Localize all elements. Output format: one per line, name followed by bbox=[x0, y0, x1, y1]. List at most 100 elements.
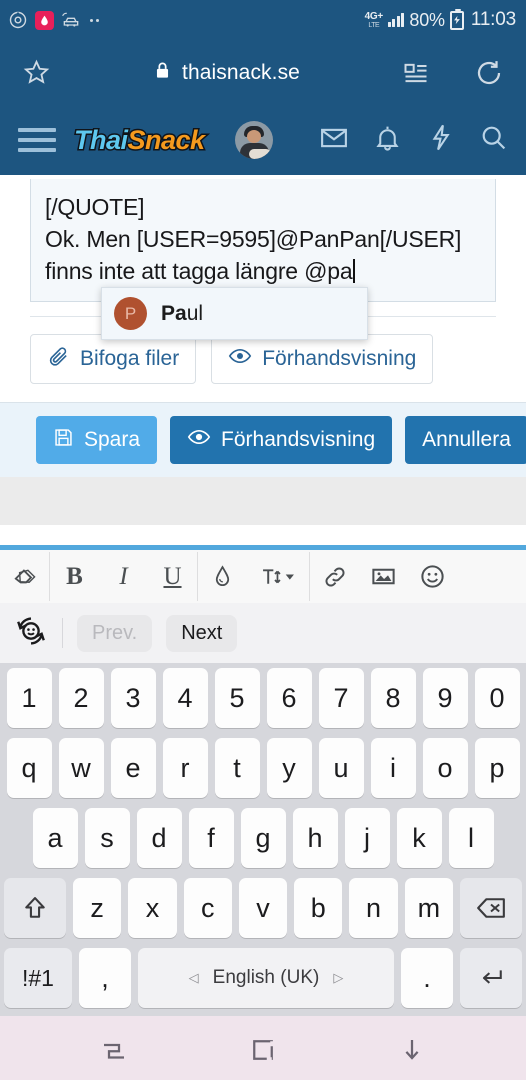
editor-line-2: Ok. Men [USER=9595]@PanPan[/USER] bbox=[45, 226, 462, 252]
key-u[interactable]: u bbox=[318, 738, 364, 798]
key-7[interactable]: 7 bbox=[318, 668, 364, 728]
key-c[interactable]: c bbox=[183, 878, 232, 938]
next-suggestion-button[interactable]: Next bbox=[166, 614, 238, 652]
key-8[interactable]: 8 bbox=[370, 668, 416, 728]
mail-icon[interactable] bbox=[319, 123, 349, 158]
key-x[interactable]: x bbox=[128, 878, 177, 938]
preview-button[interactable]: Förhandsvisning bbox=[170, 416, 393, 464]
site-logo[interactable]: ThaiSnack bbox=[73, 123, 207, 156]
link-icon[interactable] bbox=[310, 550, 359, 603]
key-a[interactable]: a bbox=[32, 808, 78, 868]
space-key[interactable]: ◁ English (UK) ▷ bbox=[138, 948, 394, 1008]
space-prev-language-arrow[interactable]: ◁ bbox=[189, 970, 199, 986]
format-group-clear bbox=[0, 550, 49, 603]
attach-files-button[interactable]: Bifoga filer bbox=[30, 334, 197, 384]
key-b[interactable]: b bbox=[294, 878, 343, 938]
key-e[interactable]: e bbox=[110, 738, 156, 798]
key-v[interactable]: v bbox=[238, 878, 288, 938]
recents-icon[interactable] bbox=[99, 1035, 129, 1065]
font-size-icon[interactable] bbox=[247, 550, 309, 603]
bold-button[interactable]: B bbox=[50, 550, 99, 603]
key-period[interactable]: . bbox=[401, 948, 453, 1008]
suggestion-separator bbox=[62, 618, 63, 648]
home-icon[interactable] bbox=[248, 1035, 278, 1065]
format-group-style: B I U bbox=[50, 550, 197, 603]
save-button[interactable]: Spara bbox=[36, 416, 158, 464]
key-2[interactable]: 2 bbox=[58, 668, 104, 728]
star-icon[interactable] bbox=[22, 58, 51, 87]
mention-autocomplete-dropdown[interactable]: P Paul bbox=[101, 287, 368, 340]
shift-icon[interactable] bbox=[4, 878, 67, 938]
save-label: Spara bbox=[84, 428, 141, 451]
browser-url-bar[interactable]: thaisnack.se bbox=[0, 40, 526, 105]
enter-icon[interactable] bbox=[460, 948, 522, 1008]
cancel-button[interactable]: Annullera bbox=[405, 416, 526, 464]
key-j[interactable]: j bbox=[344, 808, 390, 868]
image-icon[interactable] bbox=[359, 550, 408, 603]
key-g[interactable]: g bbox=[240, 808, 286, 868]
prev-suggestion-button[interactable]: Prev. bbox=[77, 614, 153, 652]
hamburger-menu-icon[interactable] bbox=[18, 128, 56, 152]
italic-button[interactable]: I bbox=[99, 550, 148, 603]
key-z[interactable]: z bbox=[73, 878, 122, 938]
network-sub-label: LTE bbox=[368, 21, 380, 29]
format-group-insert bbox=[310, 550, 457, 603]
key-m[interactable]: m bbox=[404, 878, 453, 938]
key-0[interactable]: 0 bbox=[474, 668, 520, 728]
car-wifi-icon bbox=[61, 10, 81, 30]
key-p[interactable]: p bbox=[474, 738, 520, 798]
key-1[interactable]: 1 bbox=[6, 668, 52, 728]
key-q[interactable]: q bbox=[6, 738, 52, 798]
key-s[interactable]: s bbox=[84, 808, 130, 868]
avatar[interactable] bbox=[234, 121, 273, 159]
message-editor[interactable]: [/QUOTE] Ok. Men [USER=9595]@PanPan[/USE… bbox=[30, 179, 496, 302]
autocomplete-match-text: Pa bbox=[161, 301, 187, 325]
reader-view-icon[interactable] bbox=[402, 59, 430, 87]
emoji-icon[interactable] bbox=[408, 550, 457, 603]
key-y[interactable]: y bbox=[266, 738, 312, 798]
reload-icon[interactable] bbox=[474, 58, 504, 88]
url-label: thaisnack.se bbox=[182, 60, 300, 84]
key-w[interactable]: w bbox=[58, 738, 104, 798]
key-f[interactable]: f bbox=[188, 808, 234, 868]
key-r[interactable]: r bbox=[162, 738, 208, 798]
action-button-bar: Spara Förhandsvisning Annullera bbox=[0, 402, 526, 477]
clock-label: 11:03 bbox=[470, 9, 516, 30]
cancel-label: Annullera bbox=[422, 428, 511, 451]
lightning-icon[interactable] bbox=[426, 123, 455, 157]
more-dots-icon bbox=[90, 18, 99, 22]
key-5[interactable]: 5 bbox=[214, 668, 260, 728]
key-3[interactable]: 3 bbox=[110, 668, 156, 728]
underline-button[interactable]: U bbox=[148, 550, 197, 603]
emoji-cycle-icon[interactable] bbox=[14, 614, 48, 653]
key-o[interactable]: o bbox=[422, 738, 468, 798]
key-l[interactable]: l bbox=[448, 808, 494, 868]
key-d[interactable]: d bbox=[136, 808, 182, 868]
address-field[interactable]: thaisnack.se bbox=[51, 61, 402, 85]
symbols-key[interactable]: !#1 bbox=[4, 948, 72, 1008]
water-drop-badge-icon bbox=[35, 10, 54, 30]
space-next-language-arrow[interactable]: ▷ bbox=[333, 970, 343, 986]
key-n[interactable]: n bbox=[349, 878, 398, 938]
logo-text-snack: Snack bbox=[126, 123, 207, 156]
preview-button-secondary[interactable]: Förhandsvisning bbox=[211, 334, 434, 384]
key-6[interactable]: 6 bbox=[266, 668, 312, 728]
floppy-disk-icon bbox=[53, 427, 74, 454]
search-icon[interactable] bbox=[479, 123, 508, 157]
key-9[interactable]: 9 bbox=[422, 668, 468, 728]
text-color-icon[interactable] bbox=[198, 550, 247, 603]
battery-charging-icon bbox=[449, 8, 464, 30]
key-k[interactable]: k bbox=[396, 808, 442, 868]
remove-format-icon[interactable] bbox=[0, 550, 49, 603]
backspace-icon[interactable] bbox=[459, 878, 522, 938]
key-4[interactable]: 4 bbox=[162, 668, 208, 728]
space-language-label: English (UK) bbox=[212, 967, 320, 988]
bell-icon[interactable] bbox=[373, 123, 402, 157]
hide-keyboard-icon[interactable] bbox=[397, 1035, 427, 1065]
key-t[interactable]: t bbox=[214, 738, 260, 798]
network-type-indicator: 4G+ LTE bbox=[365, 11, 384, 29]
list-item[interactable]: Paul bbox=[161, 302, 203, 326]
key-i[interactable]: i bbox=[370, 738, 416, 798]
key-comma[interactable]: , bbox=[79, 948, 131, 1008]
key-h[interactable]: h bbox=[292, 808, 338, 868]
